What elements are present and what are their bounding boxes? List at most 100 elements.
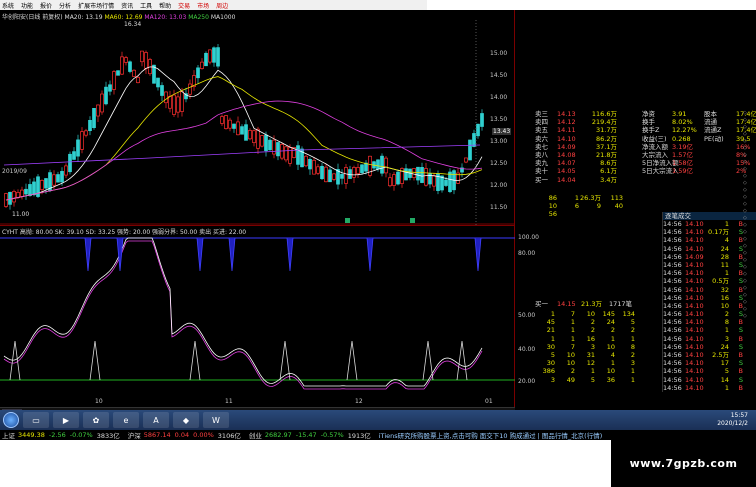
side-tool-icon[interactable]: ◇ [743, 299, 756, 306]
side-tool-icon[interactable]: ◇ [743, 201, 756, 208]
order-level: 卖四 [535, 118, 548, 127]
side-tool-icon[interactable]: ◇ [743, 159, 756, 166]
buy-grid-cell: 2 [590, 318, 595, 327]
side-tool-icon[interactable]: ◇ [743, 306, 756, 313]
side-tool-icon[interactable]: ◇ [743, 180, 756, 187]
order-price: 14.08 [557, 150, 576, 159]
pdf-icon[interactable]: A [143, 412, 169, 428]
sh-value: 3449.38 [18, 431, 45, 439]
stat-row: 净流入额 3.19亿 16% [642, 143, 756, 151]
news-ticker[interactable]: iTiens研究所购股票上资,点击可购 面交下10 购成通过 | 图品行情_北京… [379, 430, 603, 440]
stat-value: 0.268 [672, 134, 691, 143]
side-tool-icon[interactable]: ◇ [743, 250, 756, 257]
menu-item-3[interactable]: 分析 [59, 1, 71, 10]
tick-price: 14.10 [685, 293, 704, 302]
side-toolbar[interactable]: ◇ ◇ ◇ ◇ ◇ ◇ ◇ ◇ ◇ ◇ ◇ ◇ ◇ ◇ ◇ ◇ ◇ ◇ ◇ ◇ ◇ ◇ ◇ ◇ ◇ ◇ ◇ ◇ ◇ ◇ [743, 110, 756, 410]
stock-stats: 净资 3.91 股本 17.4亿 换手 8.02% 流通 17.4亿 换手Z 12.27% 流通Z 1… [642, 110, 756, 176]
side-tool-icon[interactable]: ◇ [743, 278, 756, 285]
explorer-icon[interactable]: ▭ [23, 412, 49, 428]
tick-price: 14.10 [685, 359, 704, 368]
side-tool-icon[interactable]: ◇ [743, 313, 756, 320]
trading-app-window: 系统 功能 报价 分析 扩展市场行情 资讯 工具 帮助 交易 市场 周边 华创阳安(日线 前复权) … [0, 0, 756, 430]
side-tool-icon[interactable]: ◇ [743, 222, 756, 229]
menu-item-7[interactable]: 帮助 [159, 1, 171, 10]
menu-item-2[interactable]: 报价 [40, 1, 52, 10]
tick-price: 14.10 [685, 310, 704, 319]
side-tool-icon[interactable]: ◇ [743, 145, 756, 152]
stat-value: 1.59亿 [672, 167, 693, 176]
candle-body [156, 77, 160, 88]
menu-item-4[interactable]: 扩展市场行情 [78, 1, 114, 10]
tick-price: 14.10 [685, 244, 704, 253]
menu-item-5[interactable]: 资讯 [121, 1, 133, 10]
sell-signal-mark [286, 237, 294, 272]
buy-grid-cell: 3 [590, 342, 595, 351]
mini-row: 86 1 26.3万 113 [535, 194, 645, 202]
side-tool-icon[interactable]: ◇ [743, 117, 756, 124]
side-tool-icon[interactable]: ◇ [743, 271, 756, 278]
buy-grid-cell: 1 [550, 334, 555, 343]
buy-grid-cell: 10 [586, 310, 595, 318]
side-tool-icon[interactable]: ◇ [743, 131, 756, 138]
side-tool-icon[interactable]: ◇ [743, 215, 756, 222]
stat-value: 1.57亿 [672, 150, 693, 159]
order-price: 14.05 [557, 167, 576, 176]
kline-chart-panel[interactable]: 华创阳安(日线 前复权) MA20: 13.19 MA60: 12.69 MA1… [0, 10, 515, 225]
side-tool-icon[interactable]: ◇ [743, 173, 756, 180]
hs-percent: 0.00% [193, 431, 214, 439]
side-tool-icon[interactable]: ◇ [743, 187, 756, 194]
side-tool-icon[interactable]: ◇ [743, 124, 756, 131]
tick-side: S [738, 277, 743, 286]
side-tool-icon[interactable]: ◇ [743, 110, 756, 117]
system-clock[interactable]: 15:57 2020/12/2 [717, 412, 748, 428]
side-tool-icon[interactable]: ◇ [743, 229, 756, 236]
candle-body [324, 166, 328, 183]
kline-chart-svg[interactable] [0, 10, 515, 225]
side-tool-icon[interactable]: ◇ [743, 236, 756, 243]
word-icon[interactable]: W [203, 412, 229, 428]
candle-body [92, 107, 96, 129]
menu-hot-1[interactable]: 市场 [197, 1, 209, 10]
buy-grid-cell: 5 [550, 350, 555, 359]
side-tool-icon[interactable]: ◇ [743, 264, 756, 271]
browser-icon[interactable]: e [113, 412, 139, 428]
indicator-svg[interactable] [0, 226, 515, 408]
side-tool-icon[interactable]: ◇ [743, 138, 756, 145]
menu-item-1[interactable]: 功能 [21, 1, 33, 10]
candle-body [208, 49, 212, 63]
candle-body [396, 171, 400, 185]
menu-hot-2[interactable]: 周边 [216, 1, 228, 10]
candle-body [248, 130, 252, 140]
media-icon[interactable]: ▶ [53, 412, 79, 428]
side-tool-icon[interactable]: ◇ [743, 194, 756, 201]
tick-list[interactable]: 逐笔成交 14:56 14.10 1 B 14:56 14.10 0.17万 S 14:56 14… [662, 212, 756, 392]
menu-item-0[interactable]: 系统 [2, 1, 14, 10]
side-tool-icon[interactable]: ◇ [743, 208, 756, 215]
buy-grid-cell: 49 [566, 375, 575, 384]
buy-signal-triangle [346, 340, 358, 381]
app-icon[interactable]: ✿ [83, 412, 109, 428]
candle-body [180, 91, 184, 112]
tick-time: 14:56 [663, 277, 682, 286]
stat-label-2 [704, 151, 736, 159]
tdx-icon[interactable]: ◆ [173, 412, 199, 428]
indicator-panel[interactable]: CYHT 高抛: 80.00 SK: 39.10 SD: 33.25 强势: 2… [0, 225, 539, 408]
tick-time: 14:56 [663, 301, 682, 310]
hs-change: 0.04 [174, 431, 190, 439]
indicator-date-label: 01 [485, 398, 493, 405]
side-tool-icon[interactable]: ◇ [743, 166, 756, 173]
buy-grid-row: 1 7 10 145 134 [535, 310, 645, 318]
candle-body [420, 167, 424, 183]
tick-side: B [738, 236, 743, 245]
menu-hot-0[interactable]: 交易 [178, 1, 190, 10]
side-tool-icon[interactable]: ◇ [743, 257, 756, 264]
side-tool-icon[interactable]: ◇ [743, 292, 756, 299]
menu-item-6[interactable]: 工具 [140, 1, 152, 10]
candle-body [116, 70, 120, 76]
sh-name: 上证 [2, 432, 15, 440]
buy-grid-cell: 4 [610, 350, 615, 359]
side-tool-icon[interactable]: ◇ [743, 243, 756, 250]
side-tool-icon[interactable]: ◇ [743, 152, 756, 159]
start-button[interactable] [3, 412, 19, 428]
side-tool-icon[interactable]: ◇ [743, 285, 756, 292]
